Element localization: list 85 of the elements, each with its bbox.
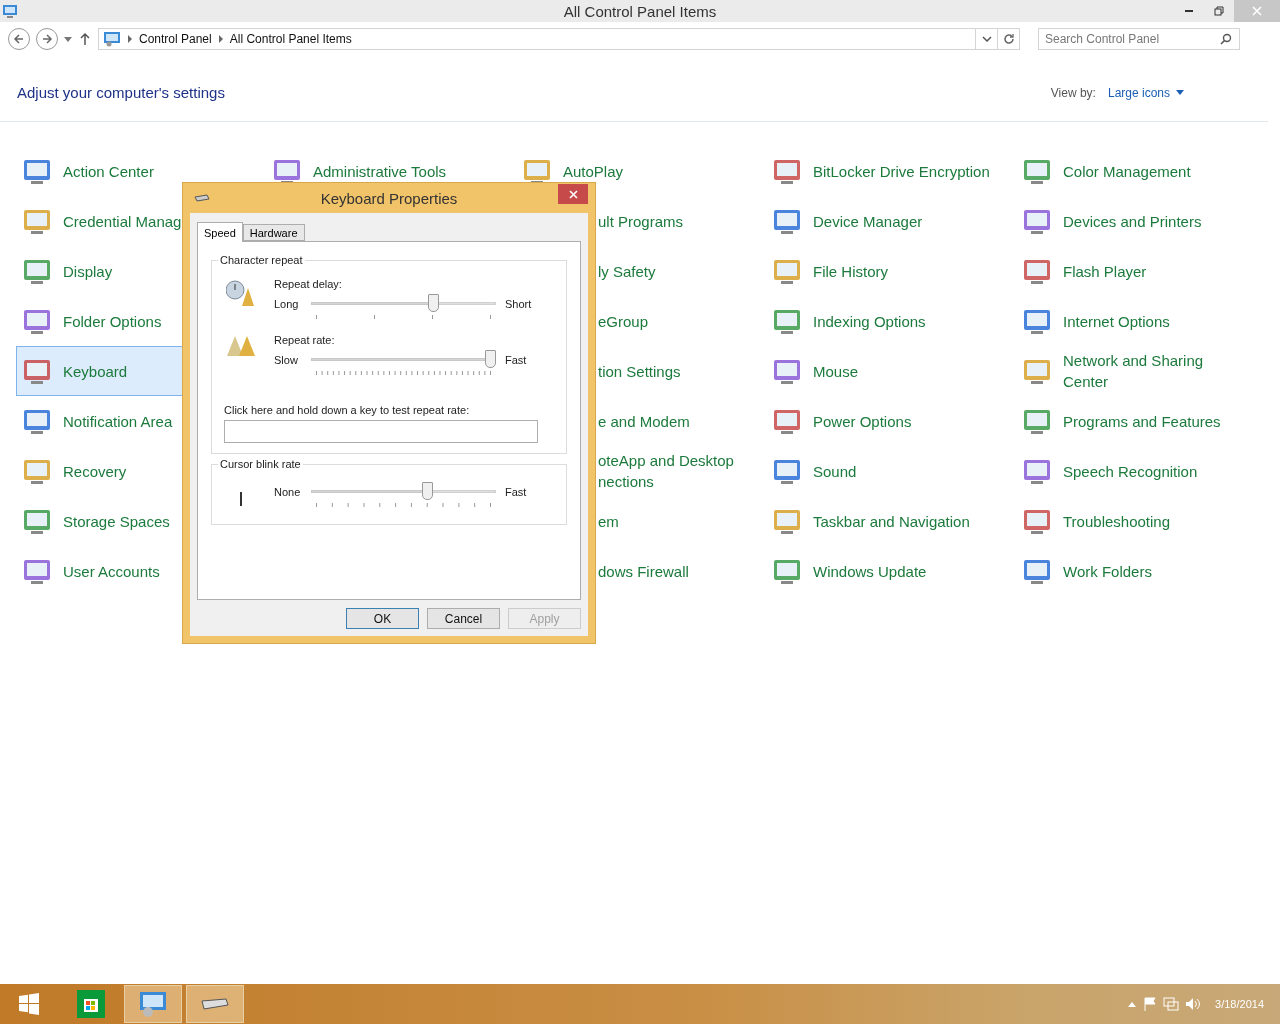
tab[interactable]: Speed (197, 222, 243, 242)
up-button[interactable] (78, 32, 92, 46)
flag-icon[interactable] (1143, 997, 1158, 1011)
control-panel-icon (103, 31, 121, 47)
caret-icon (1176, 90, 1184, 95)
control-panel-item[interactable]: Windows Update (766, 546, 1016, 596)
keyboard-icon (194, 194, 210, 202)
control-panel-item[interactable]: Taskbar and Navigation (766, 496, 1016, 546)
forward-button[interactable] (36, 28, 58, 50)
page-heading: Adjust your computer's settings (17, 84, 225, 101)
control-panel-item[interactable]: Storage Spaces (16, 496, 266, 546)
close-button[interactable] (558, 184, 588, 204)
control-panel-item[interactable]: Folder Options (16, 296, 266, 346)
slider-min-label: Slow (274, 354, 299, 366)
refresh-icon (1002, 33, 1015, 45)
view-by-dropdown[interactable]: Large icons (1107, 85, 1184, 100)
minimize-icon (1185, 10, 1193, 12)
recent-locations-button[interactable] (64, 36, 72, 42)
control-panel-item[interactable]: Color Management (1016, 146, 1266, 196)
chevron-down-icon (981, 36, 992, 42)
date-text: 3/18/2014 (1215, 998, 1264, 1010)
control-panel-item[interactable]: Device Manager (766, 196, 1016, 246)
slider-thumb[interactable] (485, 350, 496, 368)
keyboard-taskbar-button[interactable] (186, 985, 244, 1023)
control-panel-item[interactable]: Mouse (766, 346, 1016, 396)
keyboard-icon (200, 997, 230, 1011)
tab[interactable]: Hardware (242, 224, 305, 241)
dialog-title: Keyboard Properties (320, 189, 458, 207)
view-by-label: View by: (1050, 85, 1096, 100)
control-panel-item[interactable]: User Accounts (16, 546, 266, 596)
dialog-button[interactable]: OK (346, 608, 419, 629)
address-bar[interactable]: Control Panel All Control Panel Items (98, 28, 1020, 50)
store-tile-icon (77, 990, 105, 1018)
forward-arrow-icon (41, 33, 53, 45)
control-panel-item[interactable]: Internet Options (1016, 296, 1266, 346)
control-panel-item[interactable]: Sound (766, 446, 1016, 496)
slider-max-label: Fast (505, 354, 527, 366)
breadcrumb-link[interactable]: All Control Panel Items (229, 32, 352, 46)
dialog-button[interactable]: Cancel (427, 608, 500, 629)
restore-icon (1214, 6, 1224, 16)
window-title: All Control Panel Items (563, 2, 717, 20)
control-panel-item[interactable]: Devices and Printers (1016, 196, 1266, 246)
control-panel-item[interactable]: Work Folders (1016, 546, 1266, 596)
slider-min-label: Long (274, 298, 300, 310)
slider-label: Repeat rate: (274, 334, 336, 346)
network-icon[interactable] (1163, 997, 1180, 1011)
search-field[interactable]: Search Control Panel (1038, 28, 1240, 50)
back-arrow-icon (13, 33, 25, 45)
windows-logo-icon (19, 993, 39, 1015)
back-button[interactable] (8, 28, 30, 50)
show-hidden-icons-icon[interactable] (1127, 1000, 1138, 1008)
control-panel-item[interactable]: Programs and Features (1016, 396, 1266, 446)
control-panel-taskbar-button[interactable] (124, 985, 182, 1023)
chevron-icon (127, 35, 133, 43)
control-panel-item[interactable]: Network and Sharing Center (1016, 346, 1266, 396)
control-panel-item[interactable]: File History (766, 246, 1016, 296)
control-panel-item[interactable]: BitLocker Drive Encryption (766, 146, 1016, 196)
breadcrumb-link[interactable]: Control Panel (139, 32, 212, 46)
chevron-icon (217, 35, 224, 43)
control-panel-icon (140, 991, 166, 1017)
control-panel-item[interactable]: Indexing Options (766, 296, 1016, 346)
group-title: Cursor blink rate (219, 458, 302, 470)
test-field-label: Click here and hold down a key to test repeat rate: (224, 404, 471, 416)
slider-thumb[interactable] (427, 294, 439, 312)
control-panel-item[interactable]: Speech Recognition (1016, 446, 1266, 496)
group-title: Character repeat (219, 254, 304, 266)
up-arrow-icon (78, 32, 92, 46)
volume-icon[interactable] (1185, 997, 1202, 1011)
control-panel-item[interactable]: Action Center (16, 146, 266, 196)
slider-max-label: Fast (505, 486, 527, 498)
slider-max-label: Short (505, 298, 532, 310)
control-panel-item[interactable]: AutoPlay (516, 146, 766, 196)
close-icon (1252, 6, 1262, 16)
control-panel-item[interactable]: Power Options (766, 396, 1016, 446)
search-icon (1220, 33, 1232, 45)
slider-min-label: None (274, 486, 302, 498)
close-icon (568, 189, 578, 199)
cursor-icon (240, 492, 242, 506)
slider-label: Repeat delay: (274, 278, 343, 290)
test-input-field[interactable] (224, 420, 538, 443)
caret-icon (64, 36, 72, 42)
slider-thumb[interactable] (422, 482, 434, 500)
control-panel-item[interactable]: Flash Player (1016, 246, 1266, 296)
control-panel-icon (2, 3, 18, 19)
control-panel-item[interactable]: Troubleshooting (1016, 496, 1266, 546)
